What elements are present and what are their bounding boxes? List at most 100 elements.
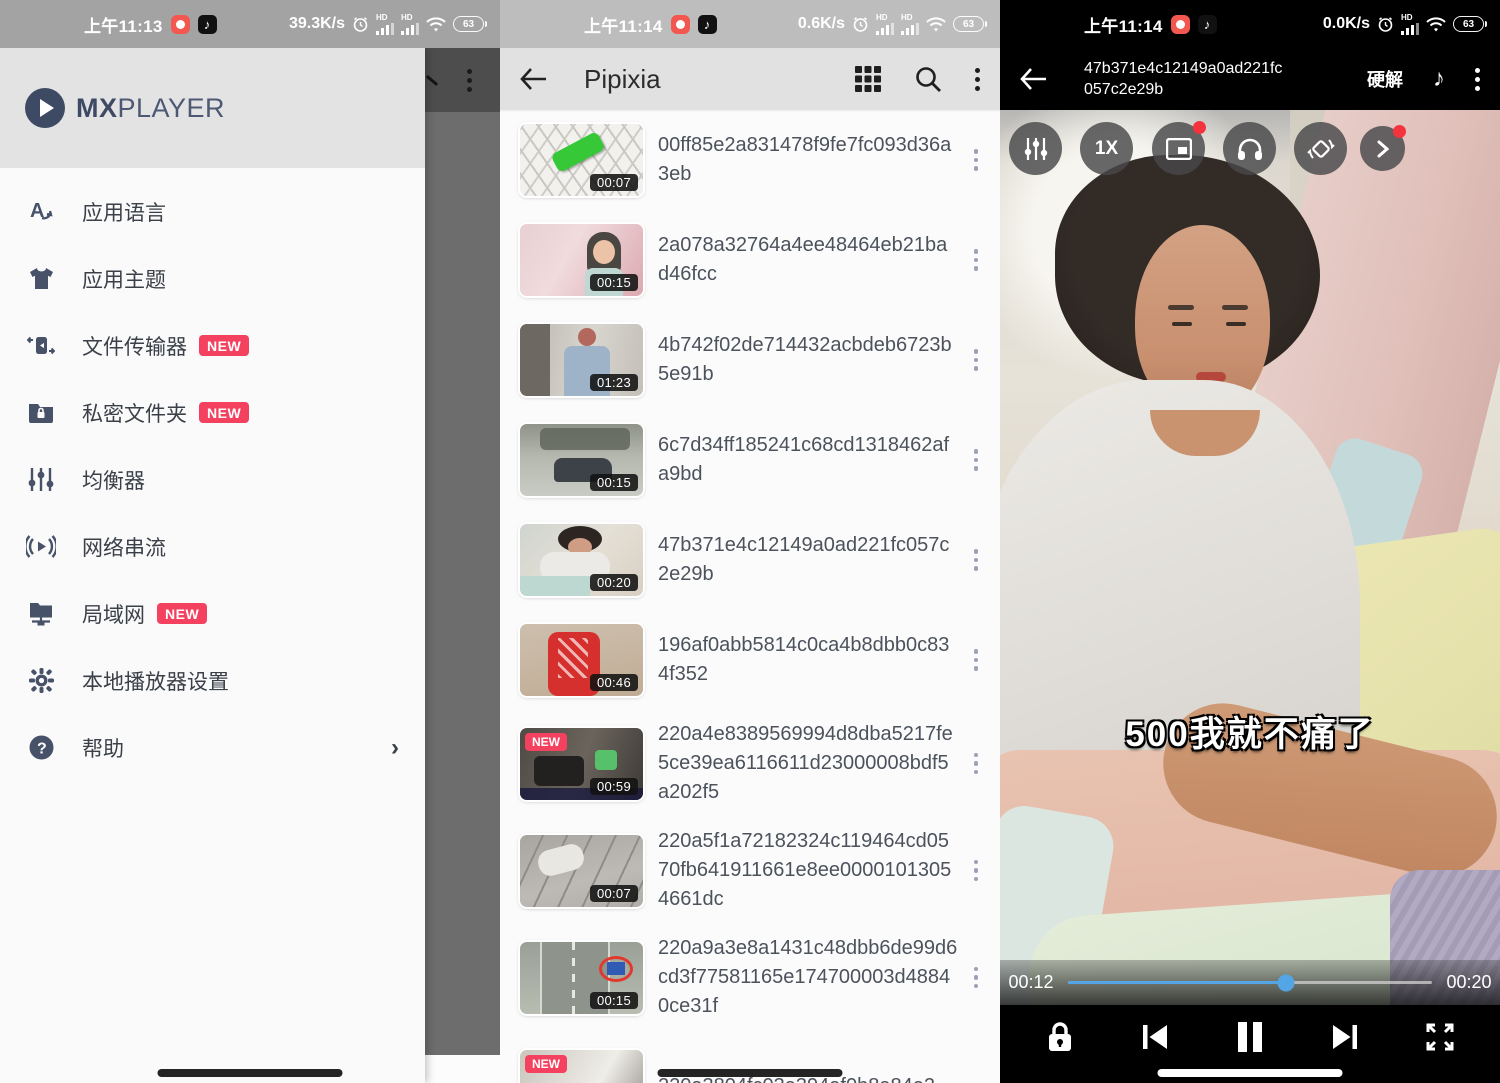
video-thumbnail: NEW <box>520 1050 643 1083</box>
file-row[interactable]: 00:07 220a5f1a72182324c119464cd0570fb641… <box>500 817 1000 924</box>
seek-bar-area: 00:12 00:20 <box>1000 960 1500 1005</box>
alarm-icon <box>352 16 369 33</box>
composite-screenshot: 上午11:13 ♪ 39.3K/s HD HD 63 <box>0 0 1500 1083</box>
file-row[interactable]: 00:15 6c7d34ff185241c68cd1318462afa9bd <box>500 410 1000 510</box>
item-menu-button[interactable] <box>974 449 979 471</box>
previous-button[interactable] <box>1127 1009 1183 1065</box>
status-bar: 上午11:13 ♪ 39.3K/s HD HD 63 <box>0 0 500 48</box>
more-controls-button[interactable] <box>1360 126 1405 171</box>
file-row[interactable]: 00:15 2a078a32764a4ee48464eb21bad46fcc <box>500 210 1000 310</box>
search-button[interactable] <box>915 66 941 92</box>
pause-button[interactable] <box>1222 1009 1278 1065</box>
file-name: 47b371e4c12149a0ad221fc057c2e29b <box>658 531 958 589</box>
back-button[interactable] <box>1020 68 1046 90</box>
seek-track[interactable] <box>1068 981 1432 984</box>
drawer-item-app-theme[interactable]: 应用主题 <box>0 245 425 312</box>
svg-text:?: ? <box>37 741 47 758</box>
translate-icon: A <box>26 197 56 227</box>
audio-track-button[interactable]: ♪ <box>1433 65 1445 93</box>
overflow-menu-button[interactable] <box>1475 68 1480 91</box>
seek-thumb[interactable] <box>1278 974 1295 991</box>
rotate-screen-button[interactable] <box>1294 122 1347 175</box>
network-speed: 39.3K/s <box>289 15 345 33</box>
overflow-menu-icon <box>467 69 472 92</box>
item-menu-button[interactable] <box>974 860 979 882</box>
drawer-item-help[interactable]: ? 帮助 › <box>0 714 425 781</box>
drawer-item-equalizer[interactable]: 均衡器 <box>0 446 425 513</box>
toolbar: Pipixia <box>500 48 1000 110</box>
file-row[interactable]: 00:15 220a9a3e8a1431c48dbb6de99d6cd3f775… <box>500 924 1000 1031</box>
signal-icon-sim1: HD <box>876 14 894 35</box>
duration-badge: 00:07 <box>590 885 638 902</box>
page-title: Pipixia <box>584 64 661 95</box>
audio-mode-button[interactable] <box>1223 122 1276 175</box>
home-indicator[interactable] <box>658 1069 843 1077</box>
screen-record-icon <box>171 15 190 34</box>
tiktok-icon: ♪ <box>698 15 717 34</box>
item-menu-button[interactable] <box>974 249 979 271</box>
subtitle-layer: 500我就不痛了 <box>1000 706 1500 757</box>
back-button[interactable] <box>520 68 546 90</box>
alarm-icon <box>852 16 869 33</box>
playback-speed-button[interactable]: 1X <box>1080 122 1133 175</box>
drawer-item-lan[interactable]: 局域网 NEW <box>0 580 425 647</box>
item-menu-button[interactable] <box>974 649 979 671</box>
player-titlebar: 47b371e4c12149a0ad221fc057c2e29b 硬解 ♪ <box>1000 48 1500 110</box>
item-menu-button[interactable] <box>974 149 979 171</box>
fullscreen-button[interactable] <box>1412 1009 1468 1065</box>
duration-badge: 00:20 <box>590 574 638 591</box>
grid-view-button[interactable] <box>855 66 881 92</box>
drawer-item-private-folder[interactable]: 私密文件夹 NEW <box>0 379 425 446</box>
item-menu-button[interactable] <box>974 549 979 571</box>
home-indicator[interactable] <box>158 1069 343 1077</box>
private-folder-icon <box>26 398 56 428</box>
duration-badge: 00:15 <box>590 992 638 1009</box>
item-menu-button[interactable] <box>974 349 979 371</box>
clock-time: 上午11:13 <box>84 12 163 37</box>
file-name: 196af0abb5814c0ca4b8dbb0c834f352 <box>658 631 958 689</box>
settings-icon <box>26 666 56 696</box>
drawer-item-app-language[interactable]: A 应用语言 <box>0 178 425 245</box>
video-title: 47b371e4c12149a0ad221fc057c2e29b <box>1084 58 1289 100</box>
drawer-item-network-stream[interactable]: 网络串流 <box>0 513 425 580</box>
new-badge: NEW <box>525 733 567 751</box>
battery-icon: 63 <box>953 16 984 32</box>
theme-icon <box>26 264 56 294</box>
drawer-item-local-player-settings[interactable]: 本地播放器设置 <box>0 647 425 714</box>
status-bar: 上午11:14 ♪ 0.6K/s HD HD 63 <box>500 0 1000 48</box>
video-file-list: 00:07 00ff85e2a831478f9fe7fc093d36a3eb 0… <box>500 110 1000 1083</box>
file-row[interactable]: 00:46 196af0abb5814c0ca4b8dbb0c834f352 <box>500 610 1000 710</box>
drawer-item-file-transfer[interactable]: 文件传输器 NEW <box>0 312 425 379</box>
file-row[interactable]: NEW 00:59 220a4e8389569994d8dba5217fe5ce… <box>500 710 1000 817</box>
screen-record-icon <box>1171 15 1190 34</box>
file-row[interactable]: 00:07 00ff85e2a831478f9fe7fc093d36a3eb <box>500 110 1000 210</box>
subtitle-text: 500我就不痛了 <box>1125 715 1374 754</box>
home-indicator[interactable] <box>1158 1069 1343 1077</box>
file-row[interactable]: 01:23 4b742f02de714432acbdeb6723b5e91b <box>500 310 1000 410</box>
equalizer-button[interactable] <box>1009 122 1062 175</box>
file-transfer-icon <box>26 331 56 361</box>
video-frame[interactable] <box>1000 110 1500 1006</box>
tiktok-icon: ♪ <box>1198 15 1217 34</box>
decoder-toggle[interactable]: 硬解 <box>1367 66 1403 92</box>
network-stream-icon <box>26 532 56 562</box>
duration-badge: 01:23 <box>590 374 638 391</box>
network-speed: 0.6K/s <box>798 15 845 33</box>
drawer-scrim[interactable] <box>425 48 500 1060</box>
item-menu-button[interactable] <box>974 753 979 775</box>
overflow-menu-button[interactable] <box>975 68 980 91</box>
video-thumbnail: 00:20 <box>520 524 643 596</box>
duration-badge: 00:15 <box>590 274 638 291</box>
file-row[interactable]: 00:20 47b371e4c12149a0ad221fc057c2e29b <box>500 510 1000 610</box>
file-name: 00ff85e2a831478f9fe7fc093d36a3eb <box>658 131 958 189</box>
pip-button[interactable] <box>1152 122 1205 175</box>
wifi-icon <box>426 17 446 32</box>
video-thumbnail: 00:07 <box>520 835 643 907</box>
search-icon <box>426 74 439 85</box>
item-menu-button[interactable] <box>974 967 979 989</box>
next-button[interactable] <box>1317 1009 1373 1065</box>
lock-button[interactable] <box>1032 1009 1088 1065</box>
video-thumbnail: 00:07 <box>520 124 643 196</box>
new-badge: NEW <box>525 1055 567 1073</box>
drawer-header: MXPLAYER <box>0 48 425 168</box>
